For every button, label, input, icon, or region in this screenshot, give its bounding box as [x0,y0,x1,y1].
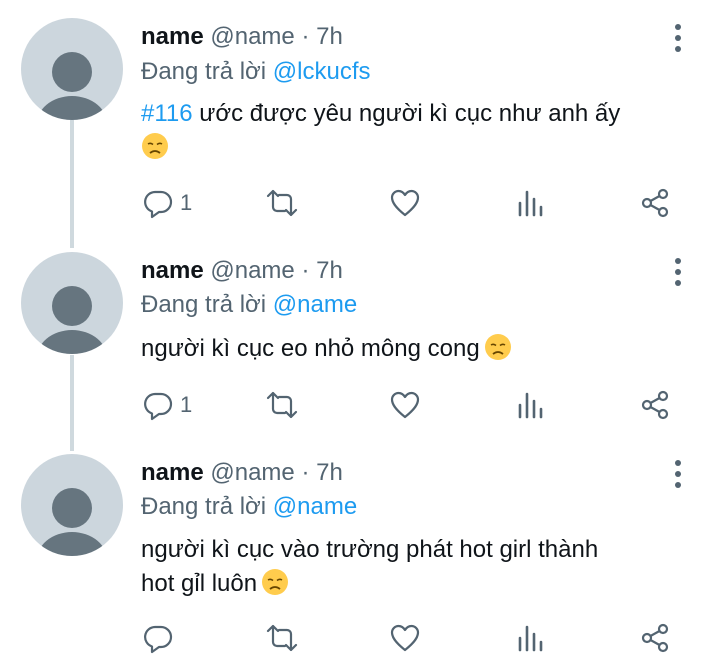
share-button[interactable] [639,385,671,425]
author-handle[interactable]: @name [210,459,294,486]
separator-dot: · [301,257,310,284]
like-button[interactable] [389,385,421,425]
views-button[interactable] [515,183,547,223]
disappointed-face-icon [262,569,289,595]
share-icon [641,188,669,218]
timestamp[interactable]: 7h [316,23,343,50]
author-name[interactable]: name [141,257,204,284]
timestamp[interactable]: 7h [316,257,343,284]
retweet-icon [266,624,298,652]
reply-count: 1 [180,392,193,417]
tweet-text-content: người kì cục eo nhỏ mông cong [141,335,480,362]
like-button[interactable] [389,618,421,658]
reply-count: 1 [180,190,193,215]
tweet-actions [0,618,719,658]
tweet-text-content: ước được yêu người kì cục như anh ấy [192,100,621,127]
more-icon[interactable] [666,458,690,492]
author-name[interactable]: name [141,459,204,486]
tweet-header: name @name · 7h [141,22,343,52]
like-button[interactable] [389,183,421,223]
mention-link[interactable]: @name [273,291,357,318]
avatar[interactable] [21,454,123,556]
tweet-text: #116 ước được yêu người kì cục như anh ấ… [141,97,701,165]
views-button[interactable] [515,385,547,425]
reply-button[interactable]: 1 [142,385,192,425]
share-button[interactable] [639,618,671,658]
tweet-text-content: người kì cục vào trường phát hot girl th… [141,536,599,563]
views-icon [518,625,543,652]
reply-icon [144,625,173,654]
tweet[interactable]: name @name · 7h Đang trả lời @lckucfs #1… [0,0,719,240]
mention-link[interactable]: @lckucfs [273,58,371,85]
hashtag-link[interactable]: #116 [141,100,193,127]
timestamp[interactable]: 7h [316,459,343,486]
tweet-text-content-line2: hot gỉl luôn [141,570,258,597]
reply-icon [144,392,173,421]
separator-dot: · [301,459,310,486]
tweet-actions: 1 [0,385,719,425]
like-icon [390,189,420,217]
disappointed-face-icon [142,133,168,159]
replying-prefix: Đang trả lời [141,291,267,318]
author-name[interactable]: name [141,23,204,50]
replying-to: Đang trả lời @name [141,492,357,522]
avatar[interactable] [21,252,123,354]
tweet-text: người kì cục vào trường phát hot girl th… [141,533,701,601]
share-icon [641,390,669,420]
author-handle[interactable]: @name [210,257,294,284]
views-icon [518,190,543,217]
reply-icon [144,190,173,219]
like-icon [390,391,420,419]
separator-dot: · [301,23,310,50]
views-button[interactable] [515,618,547,658]
share-icon [641,623,669,653]
reply-button[interactable]: 1 [142,183,192,223]
replying-prefix: Đang trả lời [141,493,267,520]
tweet-actions: 1 [0,183,719,223]
more-icon[interactable] [666,22,690,56]
reply-button[interactable] [142,618,180,658]
share-button[interactable] [639,183,671,223]
retweet-icon [266,189,298,217]
disappointed-face-icon [484,334,511,360]
retweet-button[interactable] [266,618,298,658]
tweet-text: người kì cục eo nhỏ mông cong [141,332,701,366]
retweet-button[interactable] [266,385,298,425]
tweet[interactable]: name @name · 7h Đang trả lời @name người… [0,250,719,450]
author-handle[interactable]: @name [210,23,294,50]
tweet[interactable]: name @name · 7h Đang trả lời @name người… [0,452,719,672]
retweet-button[interactable] [266,183,298,223]
avatar[interactable] [21,18,123,120]
replying-prefix: Đang trả lời [141,58,267,85]
retweet-icon [266,391,298,419]
mention-link[interactable]: @name [273,493,357,520]
tweet-header: name @name · 7h [141,256,343,286]
tweet-header: name @name · 7h [141,458,343,488]
more-icon[interactable] [666,256,690,290]
views-icon [518,392,543,419]
like-icon [390,624,420,652]
replying-to: Đang trả lời @lckucfs [141,57,371,87]
replying-to: Đang trả lời @name [141,290,357,320]
